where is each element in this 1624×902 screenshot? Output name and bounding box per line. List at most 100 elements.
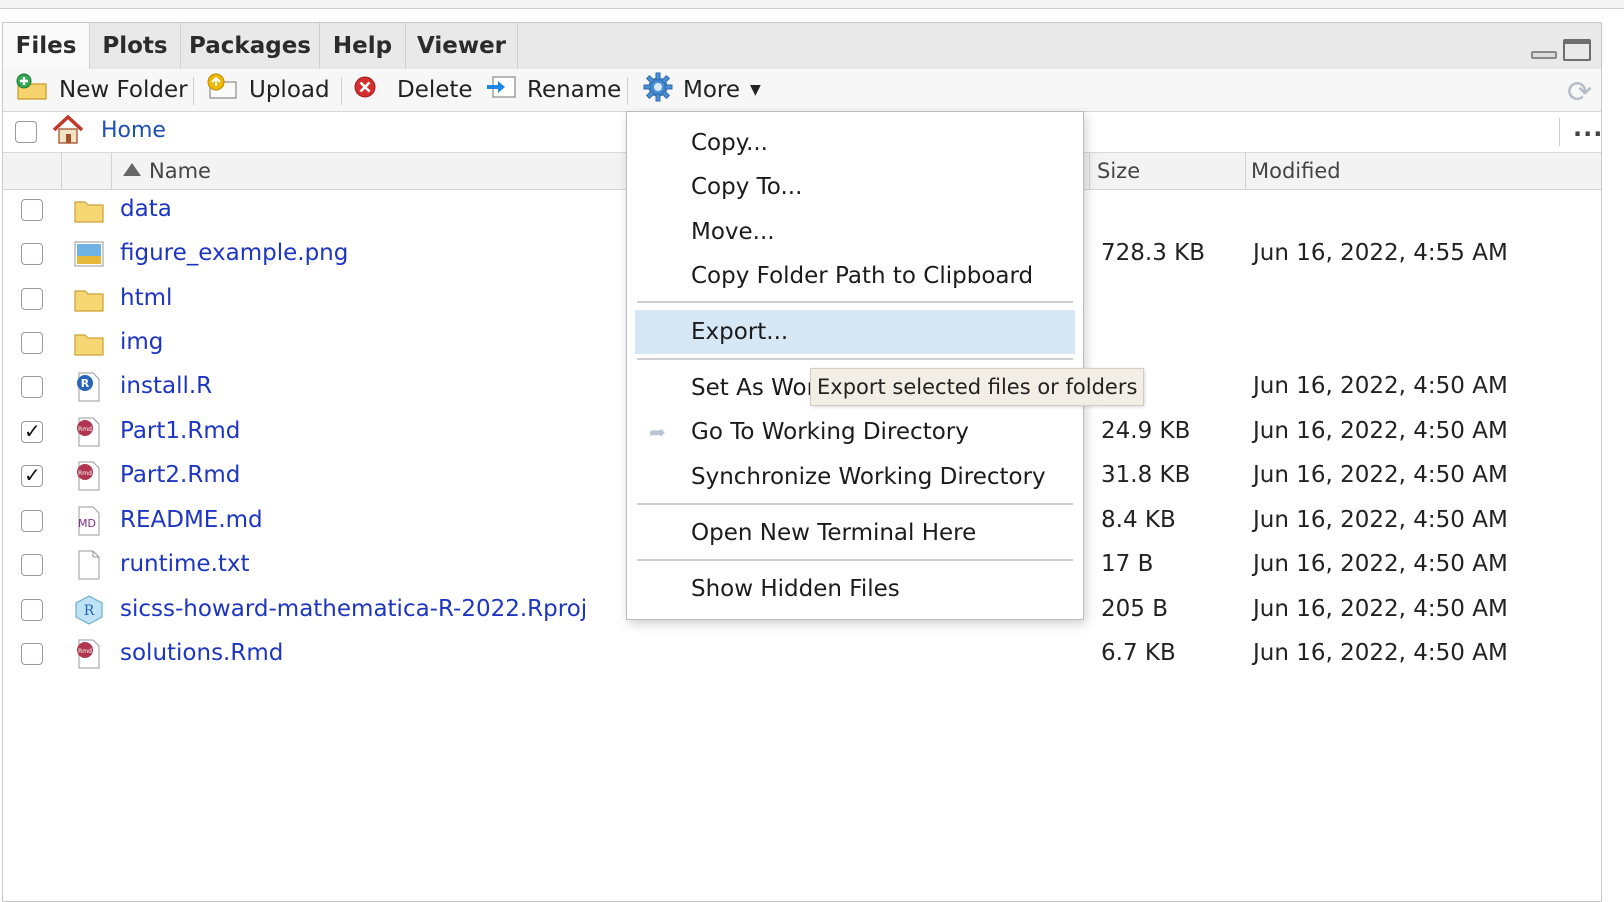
- menu-item-copy-folder-path[interactable]: Copy Folder Path to Clipboard: [627, 254, 1083, 298]
- row-checkbox[interactable]: [21, 199, 43, 221]
- menu-item-copy[interactable]: Copy...: [627, 121, 1083, 165]
- menu-divider: [637, 358, 1073, 360]
- row-checkbox[interactable]: [21, 419, 43, 443]
- menu-divider: [637, 503, 1073, 505]
- file-modified: Jun 16, 2022, 4:50 AM: [1253, 373, 1508, 399]
- size-column-header[interactable]: Size: [1097, 153, 1140, 189]
- row-checkbox[interactable]: [21, 643, 43, 665]
- export-tooltip: Export selected files or folders: [810, 368, 1145, 406]
- file-name-link[interactable]: html: [120, 285, 172, 311]
- rmd-file-icon: Rmd: [77, 639, 100, 669]
- new-folder-label: New Folder: [59, 77, 188, 103]
- folder-icon: [74, 201, 104, 223]
- upload-button[interactable]: Upload: [205, 69, 330, 111]
- breadcrumb-home-link[interactable]: Home: [101, 118, 166, 143]
- svg-text:Rmd: Rmd: [78, 648, 92, 655]
- rename-label: Rename: [527, 77, 622, 103]
- row-checkbox[interactable]: [21, 288, 43, 310]
- svg-text:Rmd: Rmd: [78, 470, 92, 477]
- rproj-file-icon: R: [75, 595, 103, 625]
- row-checkbox[interactable]: [21, 376, 43, 398]
- new-folder-button[interactable]: New Folder: [15, 69, 188, 111]
- menu-item-label: Export...: [691, 319, 789, 345]
- column-divider: [1245, 153, 1246, 189]
- file-name-link[interactable]: sicss-howard-mathematica-R-2022.Rproj: [120, 596, 587, 622]
- files-toolbar: New Folder Upload Delete Rename More ▼ ⟳: [3, 69, 1601, 112]
- file-modified: Jun 16, 2022, 4:50 AM: [1253, 507, 1508, 533]
- window-top-strip: [0, 0, 1624, 9]
- menu-item-go-to-working-directory[interactable]: ➦ Go To Working Directory: [627, 410, 1083, 454]
- toolbar-divider: [193, 77, 194, 105]
- row-checkbox[interactable]: [21, 599, 43, 621]
- svg-text:R: R: [81, 377, 90, 390]
- menu-item-label: Synchronize Working Directory: [691, 464, 1046, 490]
- file-name-link[interactable]: install.R: [120, 373, 212, 399]
- file-size: 17 B: [1101, 551, 1154, 577]
- column-divider: [61, 153, 62, 189]
- file-name-link[interactable]: Part2.Rmd: [120, 462, 240, 488]
- menu-item-synchronize-working-directory[interactable]: Synchronize Working Directory: [627, 455, 1083, 499]
- file-name-link[interactable]: README.md: [120, 507, 263, 533]
- file-size: 6.7 KB: [1101, 640, 1176, 666]
- rename-button[interactable]: Rename: [485, 69, 621, 111]
- more-dropdown-menu: Copy... Copy To... Move... Copy Folder P…: [626, 111, 1084, 620]
- menu-divider: [637, 559, 1073, 561]
- menu-item-label: Show Hidden Files: [691, 576, 900, 602]
- home-icon[interactable]: [51, 114, 85, 150]
- file-size: 205 B: [1101, 596, 1168, 622]
- menu-item-open-new-terminal[interactable]: Open New Terminal Here: [627, 511, 1083, 555]
- breadcrumb-divider: [1559, 118, 1560, 146]
- r-script-icon: R: [77, 372, 100, 402]
- select-all-checkbox[interactable]: [15, 121, 37, 143]
- row-checkbox[interactable]: [21, 554, 43, 576]
- toolbar-divider: [627, 77, 628, 105]
- file-name-link[interactable]: img: [120, 329, 163, 355]
- tab-help[interactable]: Help: [320, 23, 406, 69]
- tab-plots[interactable]: Plots: [90, 23, 181, 69]
- upload-icon: [205, 72, 239, 108]
- delete-label: Delete: [397, 77, 473, 103]
- file-name-link[interactable]: solutions.Rmd: [120, 640, 283, 666]
- delete-button[interactable]: Delete: [353, 69, 473, 111]
- file-name-link[interactable]: data: [120, 196, 172, 222]
- file-size: 728.3 KB: [1101, 240, 1206, 266]
- more-menu-button[interactable]: More ▼: [643, 69, 761, 111]
- row-checkbox[interactable]: [21, 463, 43, 487]
- tab-viewer[interactable]: Viewer: [406, 23, 518, 69]
- modified-column-header[interactable]: Modified: [1251, 153, 1341, 189]
- maximize-pane-icon[interactable]: [1563, 39, 1591, 61]
- row-checkbox[interactable]: [21, 332, 43, 354]
- image-file-icon: [74, 241, 104, 267]
- menu-divider: [637, 301, 1073, 303]
- minimize-pane-icon[interactable]: [1531, 51, 1557, 59]
- new-folder-icon: [15, 73, 49, 107]
- more-path-button[interactable]: ...: [1573, 114, 1603, 142]
- caret-down-icon: ▼: [750, 82, 761, 98]
- file-size: 8.4 KB: [1101, 507, 1176, 533]
- file-name-link[interactable]: runtime.txt: [120, 551, 250, 577]
- file-modified: Jun 16, 2022, 4:50 AM: [1253, 640, 1508, 666]
- row-checkbox[interactable]: [21, 243, 43, 265]
- menu-item-move[interactable]: Move...: [627, 210, 1083, 254]
- rmd-file-icon: Rmd: [77, 417, 100, 447]
- file-row[interactable]: Rmd solutions.Rmd 6.7 KB Jun 16, 2022, 4…: [3, 632, 1601, 676]
- menu-item-copy-to[interactable]: Copy To...: [627, 165, 1083, 209]
- tab-packages[interactable]: Packages: [181, 23, 320, 69]
- pane-tab-bar: Files Plots Packages Help Viewer: [3, 23, 1601, 70]
- file-modified: Jun 16, 2022, 4:50 AM: [1253, 596, 1508, 622]
- tab-files[interactable]: Files: [3, 23, 90, 70]
- file-name-link[interactable]: figure_example.png: [120, 240, 348, 266]
- menu-item-export[interactable]: Export...: [635, 310, 1075, 354]
- column-divider: [111, 153, 112, 189]
- refresh-icon[interactable]: ⟳: [1567, 75, 1592, 110]
- file-modified: Jun 16, 2022, 4:50 AM: [1253, 462, 1508, 488]
- file-modified: Jun 16, 2022, 4:50 AM: [1253, 418, 1508, 444]
- svg-text:R: R: [84, 603, 95, 619]
- menu-item-show-hidden-files[interactable]: Show Hidden Files: [627, 567, 1083, 611]
- file-modified: Jun 16, 2022, 4:55 AM: [1253, 240, 1508, 266]
- name-column-header[interactable]: Name: [123, 153, 211, 189]
- svg-text:MD: MD: [78, 517, 96, 530]
- file-name-link[interactable]: Part1.Rmd: [120, 418, 240, 444]
- menu-item-label: Set As Wor: [691, 375, 817, 401]
- row-checkbox[interactable]: [21, 510, 43, 532]
